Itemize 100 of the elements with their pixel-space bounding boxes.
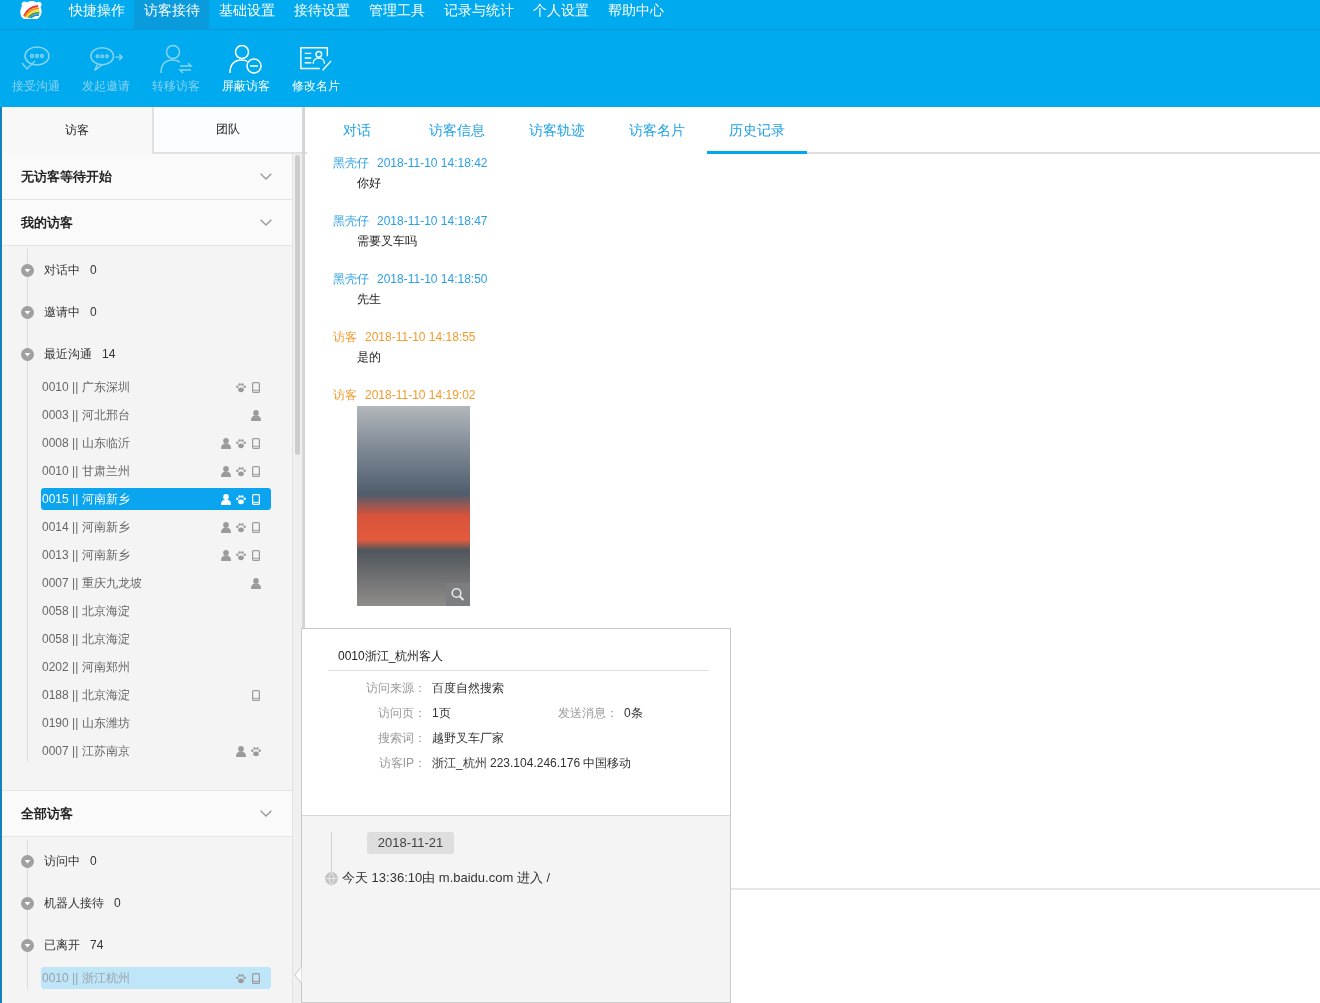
message-time: 2018-11-10 14:18:55 bbox=[365, 329, 476, 346]
section-header[interactable]: 全部访客 bbox=[2, 791, 292, 837]
person-icon bbox=[221, 549, 231, 561]
phone-icon bbox=[251, 437, 261, 449]
section-header[interactable]: 我的访客 bbox=[2, 200, 292, 246]
field-label: 发送消息： bbox=[558, 705, 618, 722]
chat-arrow-icon bbox=[89, 44, 123, 74]
group-label: 邀请中 bbox=[44, 303, 80, 321]
menu-item[interactable]: 个人设置 bbox=[523, 0, 598, 29]
visitor-item[interactable]: 0014 || 河南新乡 bbox=[41, 516, 271, 538]
message-time: 2018-11-10 14:19:02 bbox=[365, 387, 476, 404]
visitor-item[interactable]: 0202 || 河南郑州 bbox=[41, 656, 271, 678]
paw-icon bbox=[251, 745, 261, 757]
visitor-item[interactable]: 0190 || 山东潍坊 bbox=[41, 712, 271, 734]
sender-name: 黑壳仔 bbox=[333, 271, 369, 288]
magnifier-icon[interactable] bbox=[446, 583, 470, 606]
collapse-toggle-icon[interactable] bbox=[21, 347, 34, 361]
paw-icon bbox=[236, 437, 246, 449]
phone-icon bbox=[251, 493, 261, 505]
field-label: 搜索词： bbox=[378, 730, 426, 747]
phone-icon bbox=[251, 465, 261, 477]
group-label: 已离开 bbox=[44, 936, 80, 954]
paw-icon bbox=[236, 972, 246, 984]
menu-item[interactable]: 快捷操作 bbox=[59, 0, 134, 29]
message-time: 2018-11-10 14:18:47 bbox=[377, 213, 488, 230]
phone-icon bbox=[251, 381, 261, 393]
paw-icon bbox=[236, 465, 246, 477]
paw-icon bbox=[236, 381, 246, 393]
logo-icon bbox=[19, 0, 43, 20]
visitor-item[interactable]: 0010 || 广东深圳 bbox=[41, 376, 271, 398]
message-time: 2018-11-10 14:18:50 bbox=[377, 271, 488, 288]
menu-item[interactable]: 帮助中心 bbox=[598, 0, 673, 29]
paw-icon bbox=[236, 521, 246, 533]
person-icon bbox=[221, 521, 231, 533]
group-count: 0 bbox=[90, 263, 97, 277]
visitor-item[interactable]: 0007 || 江苏南京 bbox=[41, 740, 271, 762]
person-icon bbox=[221, 493, 231, 505]
visitor-item[interactable]: 0010 || 浙江杭州 bbox=[41, 967, 271, 989]
chevron-down-icon bbox=[260, 219, 272, 226]
collapse-toggle-icon[interactable] bbox=[21, 896, 34, 910]
group-count: 14 bbox=[102, 347, 116, 361]
paw-icon bbox=[236, 549, 246, 561]
visitor-item[interactable]: 0010 || 甘肃兰州 bbox=[41, 460, 271, 482]
collapse-toggle-icon[interactable] bbox=[21, 263, 34, 277]
field-value: 浙江_杭州 223.104.246.176 中国移动 bbox=[432, 755, 632, 772]
visit-entry: 今天 13:36:10由 m.baidu.com 进入 / bbox=[342, 869, 551, 887]
visitor-item[interactable]: 0058 || 北京海淀 bbox=[41, 600, 271, 622]
group-label: 对话中 bbox=[44, 261, 80, 279]
message-text: 你好 bbox=[357, 175, 381, 192]
visitor-card-title: 0010浙江_杭州客人 bbox=[338, 648, 444, 665]
collapse-toggle-icon[interactable] bbox=[21, 938, 34, 952]
person-icon bbox=[221, 465, 231, 477]
person-icon bbox=[251, 409, 261, 421]
visitor-item[interactable]: 0013 || 河南新乡 bbox=[41, 544, 271, 566]
menu-item[interactable]: 基础设置 bbox=[209, 0, 284, 29]
person-swap-icon bbox=[159, 44, 193, 74]
sender-name: 黑壳仔 bbox=[333, 155, 369, 172]
message-text: 先生 bbox=[357, 291, 381, 308]
scrollbar[interactable] bbox=[292, 154, 302, 1003]
person-icon bbox=[221, 437, 231, 449]
field-value: 百度自然搜索 bbox=[432, 680, 504, 697]
phone-icon bbox=[251, 689, 261, 701]
menu-item[interactable]: 管理工具 bbox=[359, 0, 434, 29]
visitor-item[interactable]: 0007 || 重庆九龙坡 bbox=[41, 572, 271, 594]
visitor-item[interactable]: 0015 || 河南新乡 bbox=[41, 488, 271, 510]
group-count: 0 bbox=[90, 305, 97, 319]
menu-item[interactable]: 记录与统计 bbox=[434, 0, 523, 29]
field-label: 访问页： bbox=[378, 705, 426, 722]
message-text: 是的 bbox=[357, 349, 381, 366]
phone-icon bbox=[251, 972, 261, 984]
visitor-item[interactable]: 0003 || 河北邢台 bbox=[41, 404, 271, 426]
visitor-item[interactable]: 0188 || 北京海淀 bbox=[41, 684, 271, 706]
group-label: 机器人接待 bbox=[44, 894, 104, 912]
section-header[interactable]: 无访客等待开始 bbox=[2, 154, 292, 200]
chevron-down-icon bbox=[260, 810, 272, 817]
message-time: 2018-11-10 14:18:42 bbox=[377, 155, 488, 172]
person-minus-icon bbox=[229, 44, 263, 74]
visitor-item[interactable]: 0058 || 北京海淀 bbox=[41, 628, 271, 650]
visitor-item[interactable]: 0008 || 山东临沂 bbox=[41, 432, 271, 454]
date-badge: 2018-11-21 bbox=[367, 832, 454, 854]
message-text: 需要叉车吗 bbox=[357, 233, 417, 250]
person-icon bbox=[251, 577, 261, 589]
sidebar-tab[interactable]: 访客 bbox=[2, 107, 152, 154]
group-label: 访问中 bbox=[44, 852, 80, 870]
menu-item[interactable]: 接待设置 bbox=[284, 0, 359, 29]
sender-name: 访客 bbox=[333, 387, 357, 404]
menu-item[interactable]: 访客接待 bbox=[134, 0, 209, 29]
collapse-toggle-icon[interactable] bbox=[21, 305, 34, 319]
paw-icon bbox=[236, 493, 246, 505]
sidebar-tab[interactable]: 团队 bbox=[152, 107, 302, 154]
field-value: 0条 bbox=[624, 705, 643, 722]
group-count: 74 bbox=[90, 938, 104, 952]
phone-icon bbox=[251, 521, 261, 533]
chevron-down-icon bbox=[260, 173, 272, 180]
group-count: 0 bbox=[114, 896, 121, 910]
collapse-toggle-icon[interactable] bbox=[21, 854, 34, 868]
phone-icon bbox=[251, 549, 261, 561]
field-value: 1页 bbox=[432, 705, 451, 722]
field-label: 访客IP： bbox=[378, 755, 426, 772]
field-value: 越野叉车厂家 bbox=[432, 730, 504, 747]
